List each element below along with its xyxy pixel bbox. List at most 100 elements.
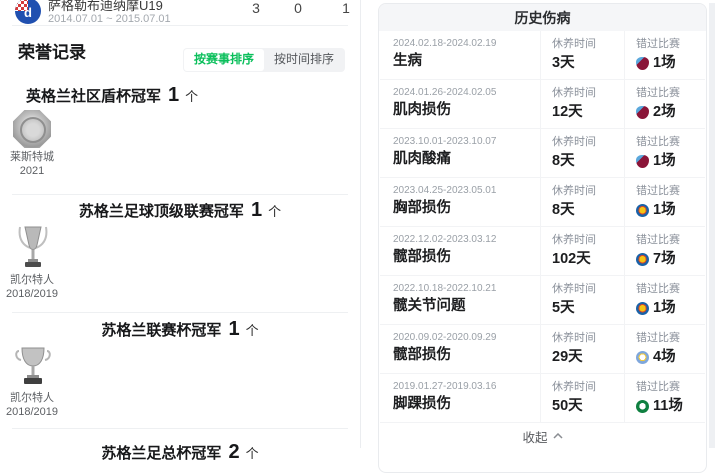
career-stat-assists: 1 bbox=[331, 0, 361, 16]
missed-matches-value: 1场 bbox=[653, 153, 676, 169]
rest-time-label: 休养时间 bbox=[552, 234, 624, 247]
player-career-honors-card: d 萨格勒布迪纳摩U19 2014.07.01 ~ 2015.07.01 3 0… bbox=[0, 0, 361, 448]
rest-time-value: 5天 bbox=[552, 300, 624, 316]
section-divider bbox=[12, 312, 348, 313]
injury-name: 生病 bbox=[393, 53, 540, 70]
honor-unit: 个 bbox=[246, 443, 259, 462]
rest-time-cell: 休养时间 12天 bbox=[540, 80, 624, 128]
community-shield-trophy-icon bbox=[13, 110, 51, 148]
injury-dates: 2022.12.02-2023.03.12 bbox=[393, 234, 540, 246]
missed-matches-label: 错过比赛 bbox=[636, 38, 705, 51]
honor-count: 1 bbox=[168, 84, 179, 107]
missed-matches-cell: 错过比赛 2场 bbox=[624, 80, 705, 128]
rest-time-value: 3天 bbox=[552, 55, 624, 71]
missed-matches-value: 7场 bbox=[653, 251, 676, 267]
rest-time-cell: 休养时间 8天 bbox=[540, 129, 624, 177]
injury-name: 胸部损伤 bbox=[393, 200, 540, 217]
missed-matches-label: 错过比赛 bbox=[636, 381, 705, 394]
injury-row: 2024.02.18-2024.02.19 生病 休养时间 3天 错过比赛 1场 bbox=[380, 31, 705, 80]
league-trophy-icon bbox=[17, 225, 49, 271]
injury-name: 髋关节问题 bbox=[393, 298, 540, 315]
rest-time-cell: 休养时间 8天 bbox=[540, 178, 624, 226]
getafe-badge-icon bbox=[636, 204, 649, 217]
rest-time-label: 休养时间 bbox=[552, 87, 624, 100]
honor-club-name: 凯尔特人 bbox=[1, 392, 63, 405]
trabzonspor-badge-icon bbox=[636, 57, 649, 70]
honor-unit: 个 bbox=[246, 320, 259, 339]
rest-time-value: 102天 bbox=[552, 251, 624, 267]
honors-sort-tabs: 按赛事排序 按时间排序 bbox=[183, 48, 345, 72]
tab-sort-by-competition[interactable]: 按赛事排序 bbox=[184, 49, 264, 71]
injury-row: 2022.10.18-2022.10.21 髋关节问题 休养时间 5天 错过比赛… bbox=[380, 276, 705, 325]
rest-time-label: 休养时间 bbox=[552, 136, 624, 149]
honor-group-title-partial: 苏格兰足总杯冠军 2 个 bbox=[0, 441, 360, 464]
missed-matches-cell: 错过比赛 11场 bbox=[624, 374, 705, 422]
missed-matches-label: 错过比赛 bbox=[636, 136, 705, 149]
honor-unit: 个 bbox=[185, 86, 198, 105]
rest-time-value: 8天 bbox=[552, 153, 624, 169]
honor-group-title: 苏格兰联赛杯冠军 1 个 bbox=[0, 318, 360, 341]
injury-dates: 2023.04.25-2023.05.01 bbox=[393, 185, 540, 197]
injury-info-cell: 2020.09.02-2020.09.29 髋部损伤 bbox=[393, 325, 540, 373]
career-club-row[interactable]: d 萨格勒布迪纳摩U19 2014.07.01 ~ 2015.07.01 3 0… bbox=[0, 0, 360, 26]
chevron-up-icon bbox=[553, 433, 563, 439]
rest-time-cell: 休养时间 50天 bbox=[540, 374, 624, 422]
injury-info-cell: 2022.10.18-2022.10.21 髋关节问题 bbox=[393, 276, 540, 324]
missed-matches-cell: 错过比赛 1场 bbox=[624, 129, 705, 177]
dinamo-zagreb-crest-icon: d bbox=[15, 0, 41, 24]
section-divider bbox=[12, 194, 348, 195]
missed-matches-cell: 错过比赛 1场 bbox=[624, 178, 705, 226]
missed-matches-value: 1场 bbox=[653, 202, 676, 218]
celtic-badge-icon bbox=[636, 400, 649, 413]
honor-count: 1 bbox=[228, 318, 239, 341]
shield-inner-disc bbox=[20, 117, 46, 143]
injury-info-cell: 2024.02.18-2024.02.19 生病 bbox=[393, 31, 540, 79]
injury-row: 2024.01.26-2024.02.05 肌肉损伤 休养时间 12天 错过比赛… bbox=[380, 80, 705, 129]
tab-sort-by-time[interactable]: 按时间排序 bbox=[264, 49, 344, 71]
rest-time-label: 休养时间 bbox=[552, 332, 624, 345]
injury-name: 髋部损伤 bbox=[393, 249, 540, 266]
missed-matches-value: 1场 bbox=[653, 300, 676, 316]
missed-matches-label: 错过比赛 bbox=[636, 283, 705, 296]
injury-dates: 2022.10.18-2022.10.21 bbox=[393, 283, 540, 295]
honor-group-title: 苏格兰足球顶级联赛冠军 1 个 bbox=[0, 199, 360, 222]
cup-trophy-icon bbox=[15, 345, 51, 389]
leicester-badge-icon bbox=[636, 351, 649, 364]
missed-matches-cell: 错过比赛 7场 bbox=[624, 227, 705, 275]
injury-info-cell: 2019.01.27-2019.03.16 脚踝损伤 bbox=[393, 374, 540, 422]
injury-info-cell: 2023.04.25-2023.05.01 胸部损伤 bbox=[393, 178, 540, 226]
injury-name: 肌肉损伤 bbox=[393, 102, 540, 119]
rest-time-cell: 休养时间 102天 bbox=[540, 227, 624, 275]
missed-matches-cell: 错过比赛 1场 bbox=[624, 276, 705, 324]
injury-rows-list: 2024.02.18-2024.02.19 生病 休养时间 3天 错过比赛 1场… bbox=[379, 31, 706, 423]
rest-time-cell: 休养时间 29天 bbox=[540, 325, 624, 373]
injury-info-cell: 2022.12.02-2023.03.12 髋部损伤 bbox=[393, 227, 540, 275]
rest-time-cell: 休养时间 5天 bbox=[540, 276, 624, 324]
honor-season: 2021 bbox=[1, 165, 63, 178]
getafe-badge-icon bbox=[636, 302, 649, 315]
injury-row: 2023.04.25-2023.05.01 胸部损伤 休养时间 8天 错过比赛 … bbox=[380, 178, 705, 227]
honor-group-title: 英格兰社区盾杯冠军 1 个 bbox=[26, 84, 198, 107]
injury-dates: 2020.09.02-2020.09.29 bbox=[393, 332, 540, 344]
missed-matches-value: 4场 bbox=[653, 349, 676, 365]
next-card-edge bbox=[709, 3, 715, 448]
section-divider bbox=[12, 428, 348, 429]
honor-count: 2 bbox=[228, 441, 239, 464]
trabzonspor-badge-icon bbox=[636, 155, 649, 168]
injury-info-cell: 2023.10.01-2023.10.07 肌肉酸痛 bbox=[393, 129, 540, 177]
honor-count: 1 bbox=[251, 199, 262, 222]
rest-time-label: 休养时间 bbox=[552, 38, 624, 51]
collapse-button[interactable]: 收起 bbox=[379, 423, 706, 449]
injury-dates: 2024.01.26-2024.02.05 bbox=[393, 87, 540, 99]
rest-time-cell: 休养时间 3天 bbox=[540, 31, 624, 79]
injury-name: 脚踝损伤 bbox=[393, 396, 540, 413]
injury-dates: 2024.02.18-2024.02.19 bbox=[393, 38, 540, 50]
honor-season: 2018/2019 bbox=[1, 288, 63, 301]
honor-club-name: 凯尔特人 bbox=[1, 274, 63, 287]
honor-unit: 个 bbox=[268, 201, 281, 220]
missed-matches-value: 1场 bbox=[653, 55, 676, 71]
rest-time-value: 8天 bbox=[552, 202, 624, 218]
missed-matches-label: 错过比赛 bbox=[636, 87, 705, 100]
honor-title-text: 英格兰社区盾杯冠军 bbox=[26, 85, 161, 106]
honor-club-name: 莱斯特城 bbox=[1, 151, 63, 164]
